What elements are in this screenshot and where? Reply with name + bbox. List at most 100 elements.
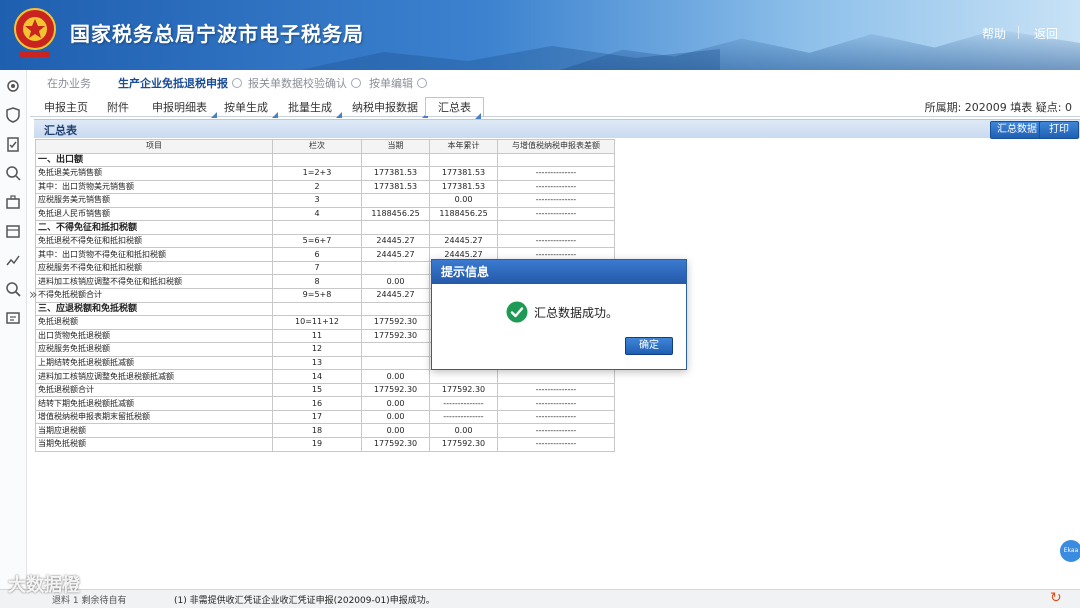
tab-attachments[interactable]: 附件	[107, 99, 129, 115]
site-header: 国家税务总局宁波市电子税务局 帮助 返回	[0, 0, 1080, 70]
current-cell	[361, 193, 430, 208]
current-cell: 177381.53	[361, 179, 430, 195]
diff-cell: --------------	[497, 179, 615, 195]
breadcrumb-item-customs-check[interactable]: 报关单数据校验确认	[248, 75, 361, 91]
dropdown-corner-icon	[211, 112, 217, 118]
search-gear-icon[interactable]	[5, 165, 21, 181]
ytd-cell: --------------	[429, 409, 498, 425]
tab-label: 纳税申报数据	[352, 101, 418, 114]
id-card-icon[interactable]	[5, 310, 21, 326]
table-cell	[272, 220, 362, 235]
ytd-cell: 24445.27	[429, 233, 498, 249]
float-help-button[interactable]: Ekaa	[1060, 540, 1080, 562]
line-cell: 13	[272, 355, 362, 371]
calendar-icon[interactable]	[5, 223, 21, 239]
panel-header: 汇总表 汇总数据 打印	[34, 119, 1080, 139]
line-cell: 1=2+3	[272, 166, 362, 181]
clipboard-check-icon[interactable]	[5, 136, 21, 152]
item-cell: 应税服务不得免征和抵扣税额	[35, 260, 273, 276]
line-cell: 6	[272, 247, 362, 262]
column-header-diff: 与增值税纳税申报表差额	[497, 139, 615, 154]
current-cell: 24445.27	[361, 247, 430, 262]
tab-tax-declaration-data[interactable]: 纳税申报数据	[352, 99, 428, 118]
section-title: 一、出口额	[35, 152, 273, 168]
header-divider	[1018, 26, 1019, 39]
ytd-cell	[429, 369, 498, 384]
table-section-row: 二、不得免征和抵扣税额	[35, 220, 615, 235]
table-cell	[497, 220, 615, 235]
item-cell: 免抵退美元销售额	[35, 166, 273, 181]
current-cell	[361, 342, 430, 357]
back-link[interactable]: 返回	[1034, 25, 1058, 42]
table-cell	[361, 301, 430, 317]
gear-icon[interactable]	[5, 78, 21, 94]
chart-icon[interactable]	[5, 252, 21, 268]
table-cell	[429, 220, 498, 235]
panel-title: 汇总表	[44, 124, 77, 137]
line-cell: 16	[272, 396, 362, 411]
table-row: 当期免抵税额 19 177592.30 177592.30 --------------	[35, 437, 615, 452]
expand-arrows-icon[interactable]: »	[29, 287, 38, 303]
current-cell: 177381.53	[361, 166, 430, 181]
table-row: 增值税纳税申报表期末留抵税额 17 0.00 -------------- ------…	[35, 409, 615, 425]
line-cell: 12	[272, 342, 362, 357]
line-cell: 19	[272, 437, 362, 452]
breadcrumb-label: 按单编辑	[369, 77, 413, 90]
summarize-data-button[interactable]: 汇总数据	[990, 121, 1044, 139]
line-cell: 18	[272, 423, 362, 439]
ytd-cell: --------------	[429, 396, 498, 411]
current-cell: 1188456.25	[361, 206, 430, 222]
tab-home[interactable]: 申报主页	[44, 99, 88, 115]
search-icon[interactable]	[5, 281, 21, 297]
item-cell: 当期免抵税额	[35, 437, 273, 452]
item-cell: 进料加工核销应调整不得免征和抵扣税额	[35, 274, 273, 289]
item-cell: 进料加工核销应调整免抵退税额抵减额	[35, 369, 273, 384]
tab-detail-table[interactable]: 申报明细表	[152, 99, 217, 118]
status-message: (1) 非需提供收汇凭证企业收汇凭证申报(202009-01)申报成功。	[174, 596, 435, 606]
refresh-icon[interactable]: ↻	[1050, 590, 1062, 606]
table-cell	[272, 301, 362, 317]
breadcrumb-item-in-progress[interactable]: 在办业务	[47, 75, 91, 91]
help-link[interactable]: 帮助	[982, 25, 1006, 42]
table-row: 应税服务美元销售额 3 0.00 --------------	[35, 193, 615, 208]
print-button[interactable]: 打印	[1039, 121, 1079, 139]
tab-batch-generate[interactable]: 批量生成	[288, 99, 342, 118]
item-cell: 当期应退税额	[35, 423, 273, 439]
breadcrumb-item-refund-declaration[interactable]: 生产企业免抵退税申报	[118, 75, 242, 91]
diff-cell: --------------	[497, 206, 615, 222]
tab-generate-by-form[interactable]: 按单生成	[224, 99, 278, 118]
tax-emblem-logo	[14, 8, 56, 57]
diff-cell: --------------	[497, 396, 615, 411]
column-header-current: 当期	[361, 139, 430, 154]
step-circle-icon	[351, 78, 361, 88]
table-cell	[497, 152, 615, 168]
left-sidebar	[0, 70, 27, 607]
line-cell: 14	[272, 369, 362, 384]
section-title: 二、不得免征和抵扣税额	[35, 220, 273, 235]
shield-icon[interactable]	[5, 107, 21, 123]
step-circle-icon	[232, 78, 242, 88]
breadcrumb-label: 生产企业免抵退税申报	[118, 77, 228, 90]
current-cell: 177592.30	[361, 382, 430, 398]
table-row: 进料加工核销应调整免抵退税额抵减额 14 0.00	[35, 369, 615, 384]
dialog-message: 汇总数据成功。	[534, 306, 619, 320]
briefcase-icon[interactable]	[5, 194, 21, 210]
diff-cell: --------------	[497, 233, 615, 249]
line-cell: 5=6+7	[272, 233, 362, 249]
tab-label: 批量生成	[288, 101, 332, 114]
tab-summary[interactable]: 汇总表	[425, 97, 484, 119]
line-cell: 17	[272, 409, 362, 425]
item-cell: 免抵退税不得免征和抵扣税额	[35, 233, 273, 249]
item-cell: 应税服务美元销售额	[35, 193, 273, 208]
confirm-button[interactable]: 确定	[625, 337, 673, 355]
current-cell: 0.00	[361, 423, 430, 439]
table-section-row: 一、出口额	[35, 152, 615, 168]
breadcrumb-item-edit-by-form[interactable]: 按单编辑	[369, 75, 427, 91]
diff-cell: --------------	[497, 166, 615, 181]
table-cell	[272, 152, 362, 168]
table-cell	[429, 152, 498, 168]
current-cell	[361, 260, 430, 276]
watermark-logo: 大数据橙	[8, 575, 80, 596]
dropdown-corner-icon	[272, 112, 278, 118]
diff-cell: --------------	[497, 193, 615, 208]
